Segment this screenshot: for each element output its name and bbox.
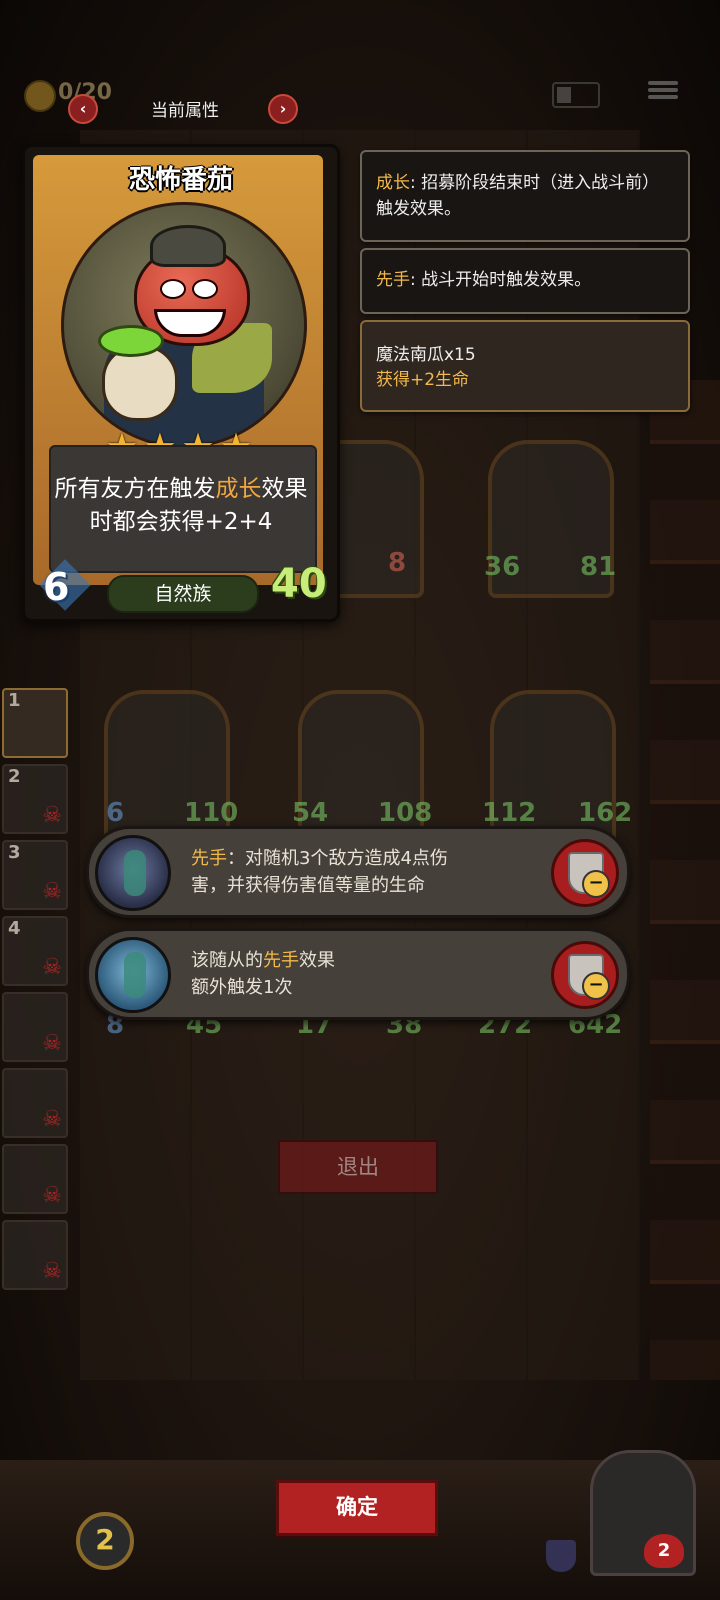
- roster-slot[interactable]: 2 ☠: [2, 764, 68, 834]
- keyword-panel-first-strike: 先手: 战斗开始时触发效果。: [360, 248, 690, 314]
- buff-effect: 获得+2生命: [376, 370, 470, 390]
- card-cost: 6: [43, 565, 70, 609]
- menu-icon[interactable]: [648, 78, 678, 104]
- unit-card: 恐怖番茄 ★★★★ 所有友方在触发成长效果时都会获得+2+4 6 自然族 40: [22, 144, 340, 622]
- buff-source: 魔法南瓜x15: [376, 345, 476, 365]
- keyword-text: 成长: 招募阶段结束时（进入战斗前）触发效果。: [376, 170, 676, 222]
- board-stat-hp: 162: [578, 798, 633, 828]
- card-name: 恐怖番茄: [128, 165, 233, 195]
- keyword-panel-growth: 成长: 招募阶段结束时（进入战斗前）触发效果。: [360, 150, 690, 242]
- roster-slot[interactable]: ☠: [2, 1220, 68, 1290]
- attribute-title: 当前属性: [151, 101, 219, 121]
- ability-row: 先手：对随机3个敌方造成4点伤 害，并获得伤害值等量的生命 −: [86, 826, 630, 918]
- eye-art: [192, 279, 218, 299]
- roster-slot[interactable]: ☠: [2, 1068, 68, 1138]
- card-portrait: [61, 202, 307, 448]
- minus-icon: −: [582, 870, 610, 898]
- card-hp: 40: [271, 561, 327, 607]
- ability-suffix: 效果: [299, 950, 335, 971]
- skull-icon: ☠: [42, 1107, 62, 1132]
- desc-prefix: 所有友方在触发: [54, 476, 216, 502]
- exit-button[interactable]: 退出: [278, 1140, 438, 1194]
- roster-slot[interactable]: 4 ☠: [2, 916, 68, 986]
- roster-slot[interactable]: 1: [2, 688, 68, 758]
- coin-counter: 2: [76, 1512, 134, 1570]
- roster-index: 1: [8, 690, 21, 711]
- ability-keyword: 先手: [263, 950, 299, 971]
- roster-index: 4: [8, 918, 21, 939]
- board-stat-atk: 36: [484, 552, 521, 582]
- roster-slot[interactable]: 3 ☠: [2, 840, 68, 910]
- board-stat-hp: 110: [184, 798, 239, 828]
- roster-index: 3: [8, 842, 21, 863]
- roster-index: 2: [8, 766, 21, 787]
- board-stat-hp: 108: [378, 798, 433, 828]
- ability-line2: 额外触发1次: [191, 977, 293, 998]
- roster-slot[interactable]: ☠: [2, 992, 68, 1062]
- defense-shield-icon: [546, 1540, 576, 1572]
- skull-icon: ☠: [42, 955, 62, 980]
- ability-row: 该随从的先手效果 额外触发1次 −: [86, 928, 630, 1020]
- card-tribe: 自然族: [107, 575, 259, 613]
- board-stat-atk: 112: [482, 798, 537, 828]
- roster-slot[interactable]: ☠: [2, 1144, 68, 1214]
- keyword-text: 先手: 战斗开始时触发效果。: [376, 267, 676, 293]
- desc-keyword: 成长: [215, 476, 262, 502]
- battery-icon: [552, 82, 600, 108]
- skull-icon: ☠: [42, 879, 62, 904]
- skull-icon: ☠: [42, 1183, 62, 1208]
- attribute-nav: ‹ 当前属性 ›: [60, 94, 300, 124]
- keyword-name: 成长: [376, 173, 410, 193]
- prev-arrow-button[interactable]: ‹: [68, 94, 98, 124]
- potion-art: [98, 325, 164, 357]
- buff-panel: 魔法南瓜x15 获得+2生命: [360, 320, 690, 412]
- ability-prefix: 该随从的: [191, 950, 263, 971]
- board-stat-hp: 81: [580, 552, 617, 582]
- ability-keyword: 先手: [191, 848, 227, 869]
- skull-icon: ☠: [42, 803, 62, 828]
- ability-text: 先手：对随机3个敌方造成4点伤 害，并获得伤害值等量的生命: [191, 845, 551, 899]
- next-arrow-button[interactable]: ›: [268, 94, 298, 124]
- ability-line2: 害，并获得伤害值等量的生命: [191, 875, 425, 896]
- ability-icon: [95, 835, 171, 911]
- minus-icon: −: [582, 972, 610, 1000]
- card-description: 所有友方在触发成长效果时都会获得+2+4: [49, 473, 313, 539]
- board-stat-atk: 6: [106, 798, 125, 828]
- ability-icon: [95, 937, 171, 1013]
- remove-ability-button[interactable]: −: [551, 941, 619, 1009]
- skull-icon: ☠: [42, 1031, 62, 1056]
- confirm-button[interactable]: 确定: [276, 1480, 438, 1536]
- eye-art: [160, 279, 186, 299]
- remove-ability-button[interactable]: −: [551, 839, 619, 907]
- skull-icon: ☠: [42, 1259, 62, 1284]
- board-stat-atk: 54: [292, 798, 329, 828]
- ability-text: 该随从的先手效果 额外触发1次: [191, 947, 551, 1001]
- keyword-desc: : 战斗开始时触发效果。: [410, 270, 592, 290]
- ability-line1: ：对随机3个敌方造成4点伤: [227, 848, 448, 869]
- hero-hp: 2: [644, 1534, 684, 1568]
- coin-icon: [24, 80, 56, 112]
- keyword-desc: : 招募阶段结束时（进入战斗前）触发效果。: [376, 173, 660, 219]
- hair-art: [150, 225, 226, 267]
- keyword-name: 先手: [376, 270, 410, 290]
- board-stat-hp: 8: [388, 548, 407, 578]
